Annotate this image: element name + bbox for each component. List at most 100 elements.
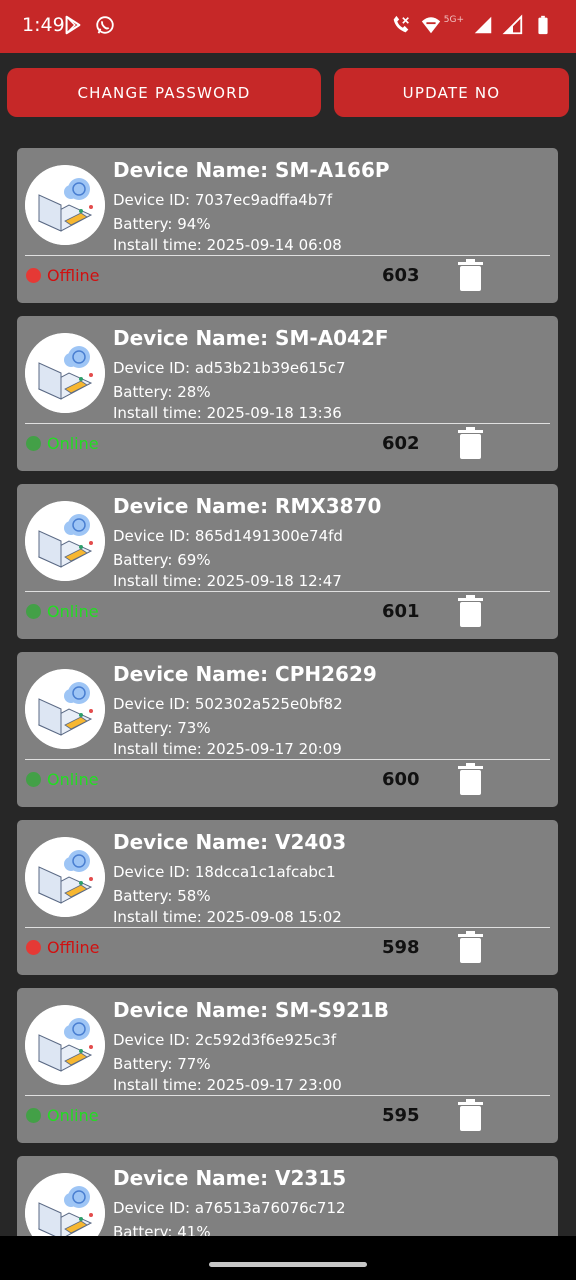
device-battery: Battery: 41% <box>113 1223 211 1236</box>
play-store-icon <box>65 15 81 35</box>
device-count: 600 <box>382 769 420 790</box>
delete-icon[interactable] <box>457 259 484 291</box>
delete-icon[interactable] <box>457 763 484 795</box>
device-status: Online <box>26 770 99 789</box>
status-label: Offline <box>47 938 100 957</box>
status-label: Online <box>47 1106 99 1125</box>
status-bar: 1:49 5G+ <box>0 0 576 53</box>
device-install-time: Install time: 2025-09-18 13:36 <box>113 404 342 422</box>
device-count: 603 <box>382 265 420 286</box>
device-avatar <box>25 669 105 749</box>
signal-strength-icon <box>474 16 492 34</box>
device-install-time: Install time: 2025-09-18 12:47 <box>113 572 342 590</box>
device-status: Offline <box>26 938 100 957</box>
device-install-time: Install time: 2025-09-14 06:08 <box>113 236 342 254</box>
device-card[interactable]: Device Name: SM-S921B Device ID: 2c592d3… <box>17 988 558 1143</box>
status-dot-icon <box>26 436 41 451</box>
device-name: Device Name: V2403 <box>113 830 347 854</box>
device-card[interactable]: Device Name: V2403 Device ID: 18dcca1c1a… <box>17 820 558 975</box>
wifi-calling-icon <box>393 15 409 33</box>
device-battery: Battery: 69% <box>113 551 211 569</box>
device-battery: Battery: 94% <box>113 215 211 233</box>
battery-icon <box>538 15 548 35</box>
status-label: Online <box>47 434 99 453</box>
card-divider <box>25 591 550 592</box>
device-install-time: Install time: 2025-09-08 15:02 <box>113 908 342 926</box>
device-list[interactable]: Device Name: SM-A166P Device ID: 7037ec9… <box>17 148 558 1236</box>
device-id: Device ID: ad53b21b39e615c7 <box>113 359 346 377</box>
device-count: 601 <box>382 601 420 622</box>
device-illustration-icon <box>25 333 105 413</box>
device-id: Device ID: 2c592d3f6e925c3f <box>113 1031 337 1049</box>
device-status: Offline <box>26 266 100 285</box>
status-dot-icon <box>26 940 41 955</box>
device-battery: Battery: 28% <box>113 383 211 401</box>
device-id: Device ID: a76513a76076c712 <box>113 1199 346 1217</box>
status-dot-icon <box>26 268 41 283</box>
device-id: Device ID: 502302a525e0bf82 <box>113 695 343 713</box>
card-divider <box>25 255 550 256</box>
network-type-label: 5G+ <box>443 15 464 25</box>
device-battery: Battery: 73% <box>113 719 211 737</box>
device-status: Online <box>26 434 99 453</box>
device-name: Device Name: CPH2629 <box>113 662 377 686</box>
status-right-icons: 5G+ <box>390 14 554 36</box>
device-battery: Battery: 58% <box>113 887 211 905</box>
status-left-icons <box>62 14 116 36</box>
device-install-time: Install time: 2025-09-17 23:00 <box>113 1076 342 1094</box>
wifi-icon <box>421 17 440 34</box>
device-illustration-icon <box>25 501 105 581</box>
device-illustration-icon <box>25 837 105 917</box>
device-name: Device Name: SM-A042F <box>113 326 389 350</box>
action-bar: CHANGE PASSWORD UPDATE NO <box>0 53 576 118</box>
device-avatar <box>25 333 105 413</box>
signal-strength-2-icon <box>502 14 523 35</box>
device-name: Device Name: SM-A166P <box>113 158 390 182</box>
home-gesture-handle[interactable] <box>209 1262 367 1267</box>
device-illustration-icon <box>25 1005 105 1085</box>
device-id: Device ID: 18dcca1c1afcabc1 <box>113 863 336 881</box>
device-illustration-icon <box>25 1173 105 1236</box>
update-number-button[interactable]: UPDATE NO <box>334 68 569 117</box>
device-avatar <box>25 1005 105 1085</box>
device-name: Device Name: SM-S921B <box>113 998 390 1022</box>
device-id: Device ID: 7037ec9adffa4b7f <box>113 191 333 209</box>
device-name: Device Name: RMX3870 <box>113 494 382 518</box>
device-count: 598 <box>382 937 420 958</box>
device-illustration-icon <box>25 165 105 245</box>
device-count: 602 <box>382 433 420 454</box>
device-card[interactable]: Device Name: SM-A166P Device ID: 7037ec9… <box>17 148 558 303</box>
delete-icon[interactable] <box>457 595 484 627</box>
navigation-bar <box>0 1236 576 1280</box>
device-avatar <box>25 837 105 917</box>
status-dot-icon <box>26 1108 41 1123</box>
device-install-time: Install time: 2025-09-17 20:09 <box>113 740 342 758</box>
device-illustration-icon <box>25 669 105 749</box>
card-divider <box>25 927 550 928</box>
card-divider <box>25 423 550 424</box>
device-status: Online <box>26 602 99 621</box>
device-battery: Battery: 77% <box>113 1055 211 1073</box>
status-label: Online <box>47 770 99 789</box>
status-label: Offline <box>47 266 100 285</box>
device-avatar <box>25 165 105 245</box>
device-card[interactable]: Device Name: RMX3870 Device ID: 865d1491… <box>17 484 558 639</box>
device-count: 595 <box>382 1105 420 1126</box>
device-card[interactable]: Device Name: SM-A042F Device ID: ad53b21… <box>17 316 558 471</box>
device-card[interactable]: Device Name: CPH2629 Device ID: 502302a5… <box>17 652 558 807</box>
device-id: Device ID: 865d1491300e74fd <box>113 527 343 545</box>
device-name: Device Name: V2315 <box>113 1166 347 1190</box>
device-avatar <box>25 1173 105 1236</box>
device-card[interactable]: Device Name: V2315 Device ID: a76513a760… <box>17 1156 558 1236</box>
device-avatar <box>25 501 105 581</box>
status-dot-icon <box>26 772 41 787</box>
delete-icon[interactable] <box>457 1099 484 1131</box>
change-password-button[interactable]: CHANGE PASSWORD <box>7 68 321 117</box>
delete-icon[interactable] <box>457 931 484 963</box>
status-label: Online <box>47 602 99 621</box>
delete-icon[interactable] <box>457 427 484 459</box>
card-divider <box>25 1095 550 1096</box>
card-divider <box>25 759 550 760</box>
device-status: Online <box>26 1106 99 1125</box>
whatsapp-icon <box>96 16 114 34</box>
